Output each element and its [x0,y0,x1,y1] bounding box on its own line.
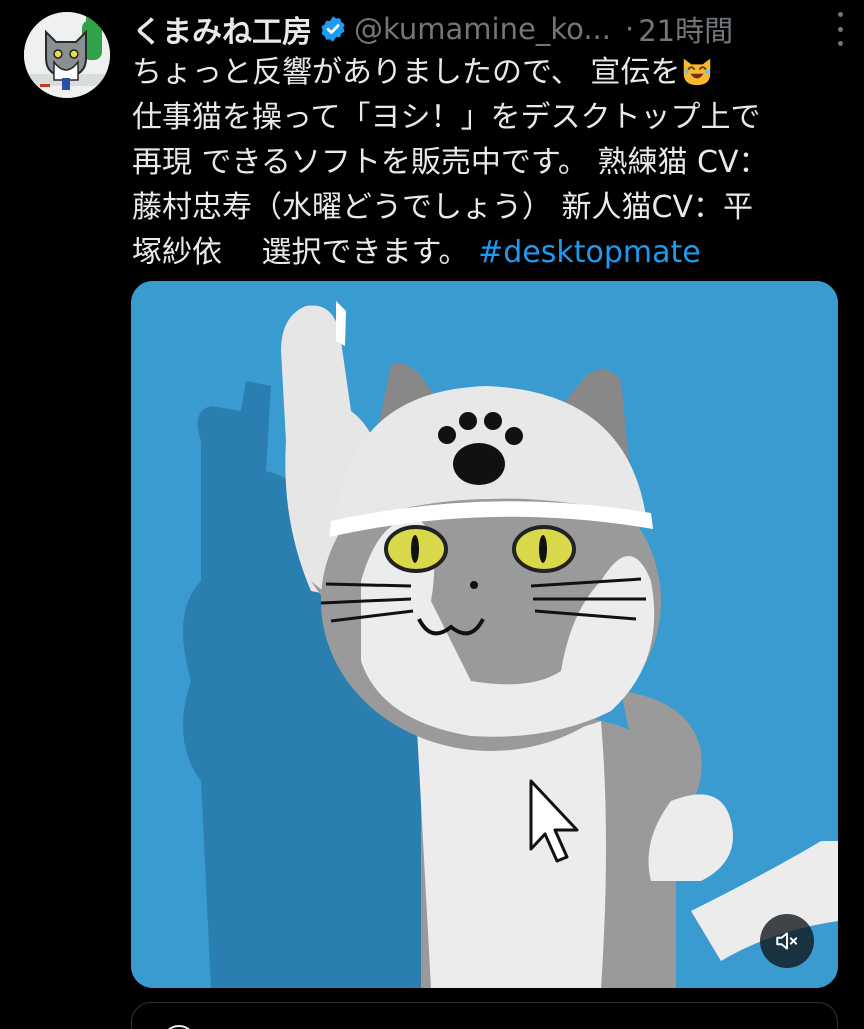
hashtag-link[interactable]: #desktopmate [478,235,701,270]
laughing-cat-emoji-icon [684,58,711,86]
avatar[interactable] [24,12,110,98]
quote-card[interactable] [131,1002,838,1029]
tweet-text-line-4: 藤村忠寿（水曜どうでしょう） 新人猫CV：平 [132,190,754,225]
video-player[interactable] [131,281,838,988]
quote-avatar [162,1025,196,1029]
tweet-text-line-1: ちょっと反響がありましたので、 宣伝を [132,50,847,95]
volume-muted-icon [776,932,798,950]
tweet-header: くまみね工房 @kumamine_ko... · 21時間 [132,8,844,50]
separator-dot: · [624,12,635,46]
timestamp[interactable]: 21時間 [638,8,733,50]
video-frame [131,281,838,988]
avatar-image [24,12,110,98]
tweet-text-line-5: 塚紗依 選択できます。 #desktopmate [132,235,701,270]
tweet-text-line-3: 再現 できるソフトを販売中です。 熟練猫 CV： [132,145,769,180]
verified-badge-icon [321,16,345,42]
display-name[interactable]: くまみね工房 [132,7,312,51]
handle[interactable]: @kumamine_ko... [354,12,611,46]
tweet-text-line-2: 仕事猫を操って「ヨシ！」をデスクトップ上で [132,100,761,135]
tweet[interactable]: くまみね工房 @kumamine_ko... · 21時間 ちょっと反響がありま… [0,0,864,1029]
mute-button[interactable] [760,914,814,968]
tweet-text: ちょっと反響がありましたので、 宣伝を 仕事猫を操って「ヨシ！」をデスクトップ上… [132,50,847,275]
more-vertical-icon[interactable] [830,12,850,46]
